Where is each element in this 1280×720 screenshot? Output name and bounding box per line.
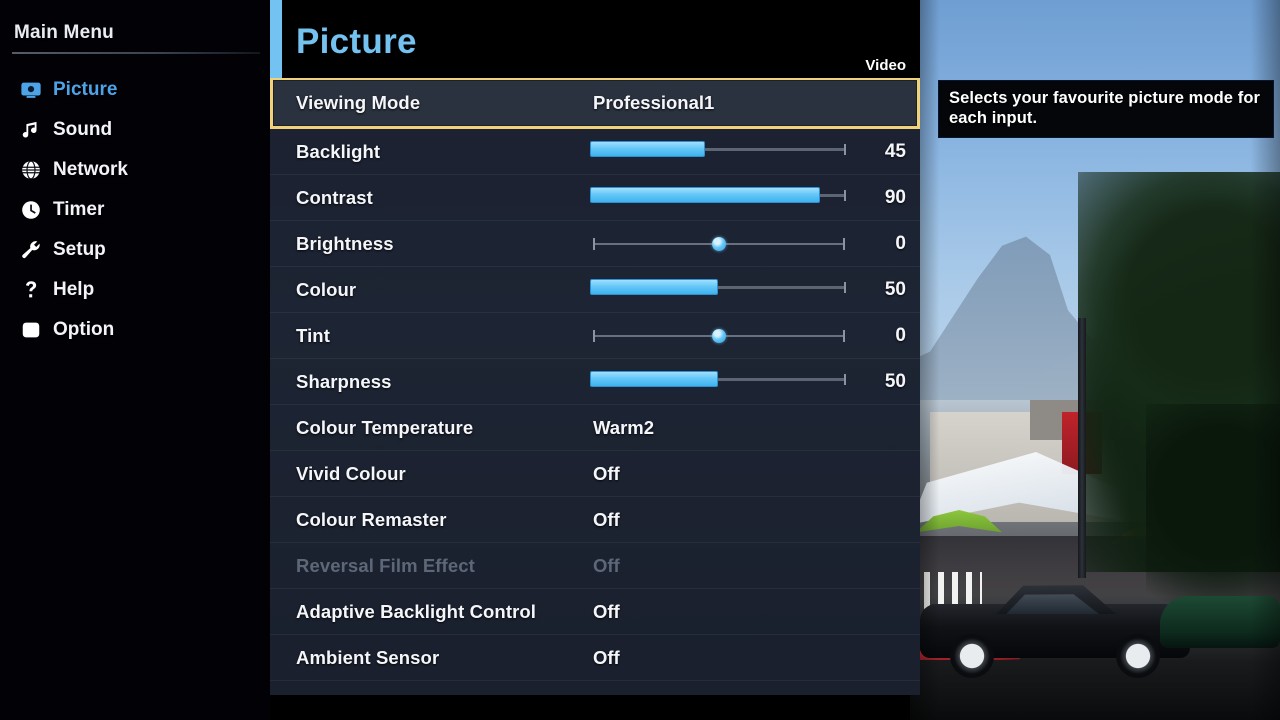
sidebar-item-label: Network bbox=[53, 159, 128, 180]
setting-label: Colour bbox=[296, 278, 357, 300]
setting-label: Tint bbox=[296, 324, 330, 346]
setting-value: Warm2 bbox=[593, 416, 655, 438]
setting-slider[interactable] bbox=[590, 359, 848, 405]
setting-slider[interactable] bbox=[590, 313, 848, 359]
control-hint: Select Change RETURN bbox=[0, 570, 260, 680]
settings-row[interactable]: Ambient Sensor Off bbox=[270, 635, 920, 681]
sidebar-item-help[interactable]: Help bbox=[0, 270, 270, 310]
setting-label: Backlight bbox=[296, 140, 381, 162]
settings-row: Reversal Film Effect Off bbox=[270, 543, 920, 589]
slider-cap-right bbox=[843, 237, 845, 250]
settings-row[interactable]: Contrast 90 bbox=[270, 175, 920, 221]
setting-value: 90 bbox=[884, 186, 906, 208]
settings-row[interactable]: Backlight 45 bbox=[270, 129, 920, 175]
sidebar-item-label: Help bbox=[53, 279, 95, 300]
sidebar-item-option[interactable]: Option bbox=[0, 310, 270, 350]
setting-value: 45 bbox=[884, 140, 906, 162]
globe-icon bbox=[20, 159, 42, 181]
slider-fill bbox=[590, 370, 718, 387]
clock-icon bbox=[20, 199, 42, 221]
setting-slider[interactable] bbox=[590, 175, 848, 221]
sidebar-item-setup[interactable]: Setup bbox=[0, 230, 270, 270]
sidebar-item-network[interactable]: Network bbox=[0, 150, 270, 190]
setting-value: Off bbox=[593, 508, 620, 530]
tv-icon bbox=[20, 79, 42, 101]
wrench-icon bbox=[20, 239, 42, 261]
settings-row[interactable]: Sharpness 50 bbox=[270, 359, 920, 405]
setting-value: 0 bbox=[895, 232, 906, 254]
setting-slider[interactable] bbox=[590, 221, 848, 267]
setting-label: Contrast bbox=[296, 186, 373, 208]
slider-cap-left bbox=[593, 237, 595, 250]
setting-label: Adaptive Backlight Control bbox=[296, 600, 537, 622]
slider-handle[interactable] bbox=[712, 236, 726, 251]
setting-value: 0 bbox=[895, 324, 906, 346]
sidebar-item-timer[interactable]: Timer bbox=[0, 190, 270, 230]
question-mark-icon bbox=[20, 279, 42, 301]
setting-label: Colour Remaster bbox=[296, 508, 447, 530]
sidebar-item-picture[interactable]: Picture bbox=[0, 70, 270, 110]
setting-slider[interactable] bbox=[590, 129, 848, 175]
settings-row[interactable]: Brightness 0 bbox=[270, 221, 920, 267]
slider-fill bbox=[590, 278, 718, 295]
slider-cap-right bbox=[843, 329, 845, 342]
tv-settings-screen: Selects your favourite picture mode for … bbox=[0, 0, 1280, 720]
setting-value: Off bbox=[593, 554, 620, 576]
setting-label: Vivid Colour bbox=[296, 462, 406, 484]
sidebar-item-label: Picture bbox=[53, 79, 118, 100]
settings-list: Viewing Mode Professional1 Backlight 45 Cont… bbox=[270, 78, 920, 695]
settings-row[interactable]: Adaptive Backlight Control Off bbox=[270, 589, 920, 635]
sidebar-item-label: Timer bbox=[53, 199, 105, 220]
sidebar-item-label: Setup bbox=[53, 239, 106, 260]
sidebar-item-sound[interactable]: Sound bbox=[0, 110, 270, 150]
input-source-label: Video bbox=[865, 57, 906, 74]
setting-label: Brightness bbox=[296, 232, 394, 254]
slider-fill bbox=[590, 186, 820, 203]
music-note-icon bbox=[20, 119, 42, 141]
slider-cap-left bbox=[593, 329, 595, 342]
rounded-square-icon bbox=[20, 319, 42, 341]
settings-row[interactable]: Colour 50 bbox=[270, 267, 920, 313]
setting-label: Ambient Sensor bbox=[296, 646, 440, 668]
sidebar-title: Main Menu bbox=[14, 22, 114, 43]
setting-value: Off bbox=[593, 462, 620, 484]
sidebar-divider bbox=[12, 52, 260, 54]
setting-value: 50 bbox=[884, 278, 906, 300]
setting-label: Reversal Film Effect bbox=[296, 554, 475, 576]
setting-label: Colour Temperature bbox=[296, 416, 474, 438]
accent-bar bbox=[270, 0, 282, 78]
sidebar-item-label: Sound bbox=[53, 119, 113, 140]
setting-value: Professional1 bbox=[593, 92, 715, 113]
setting-value: 50 bbox=[884, 370, 906, 392]
setting-value: Off bbox=[593, 646, 620, 668]
slider-fill bbox=[590, 140, 705, 157]
settings-row-selected[interactable]: Viewing Mode Professional1 bbox=[270, 78, 920, 129]
help-tooltip: Selects your favourite picture mode for … bbox=[938, 80, 1274, 139]
setting-slider[interactable] bbox=[590, 267, 848, 313]
settings-row[interactable]: Tint 0 bbox=[270, 313, 920, 359]
setting-label: Viewing Mode bbox=[296, 92, 421, 113]
setting-value: Off bbox=[593, 600, 620, 622]
settings-row[interactable]: Vivid Colour Off bbox=[270, 451, 920, 497]
setting-label: Sharpness bbox=[296, 370, 392, 392]
page-title: Picture bbox=[296, 22, 417, 61]
slider-handle[interactable] bbox=[712, 328, 726, 343]
panel-header: Picture Video bbox=[282, 0, 920, 78]
sidebar-menu-list: Picture Sound Network Timer Setup Help Option bbox=[0, 70, 270, 350]
settings-row[interactable]: Colour Temperature Warm2 bbox=[270, 405, 920, 451]
settings-row[interactable]: Colour Remaster Off bbox=[270, 497, 920, 543]
sidebar-item-label: Option bbox=[53, 319, 115, 340]
